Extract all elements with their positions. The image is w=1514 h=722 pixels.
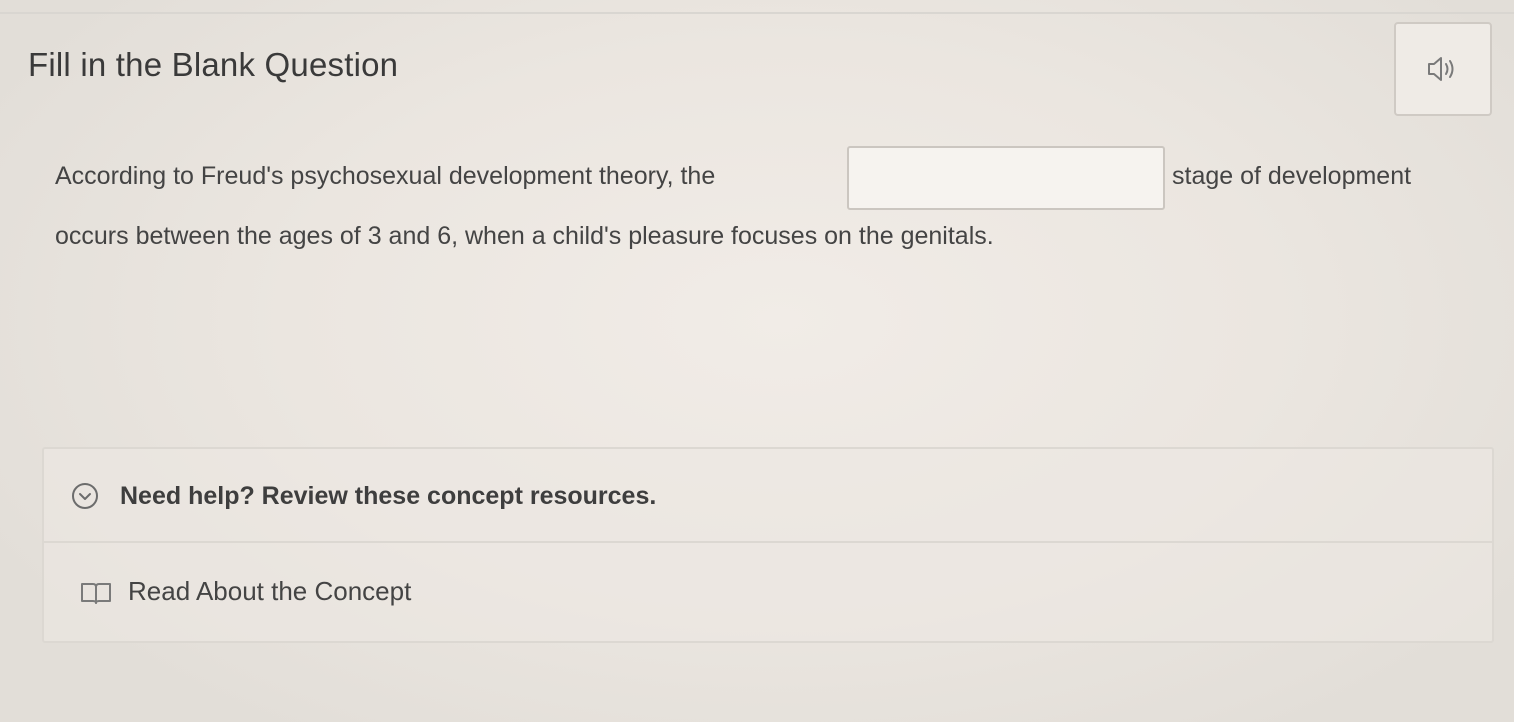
chevron-down-circle-icon xyxy=(72,483,98,509)
read-about-concept-label: Read About the Concept xyxy=(128,576,412,606)
question-text-before-blank: According to Freud's psychosexual develo… xyxy=(55,162,716,190)
speaker-icon xyxy=(1428,57,1454,81)
question-type-title: Fill in the Blank Question xyxy=(28,46,399,83)
read-about-concept-link[interactable]: Read About the Concept xyxy=(44,545,1492,641)
concept-resources-label: Need help? Review these concept resource… xyxy=(120,482,657,510)
read-aloud-button[interactable] xyxy=(1394,22,1492,116)
fill-in-blank-input[interactable] xyxy=(847,146,1165,210)
concept-resources-toggle[interactable]: Need help? Review these concept resource… xyxy=(44,449,1492,543)
question-text-line-2: occurs between the ages of 3 and 6, when… xyxy=(55,222,994,250)
question-text-after-blank: stage of development xyxy=(1172,162,1412,190)
top-divider xyxy=(0,12,1514,14)
concept-resources-panel: Need help? Review these concept resource… xyxy=(42,447,1494,643)
book-icon xyxy=(81,583,111,604)
